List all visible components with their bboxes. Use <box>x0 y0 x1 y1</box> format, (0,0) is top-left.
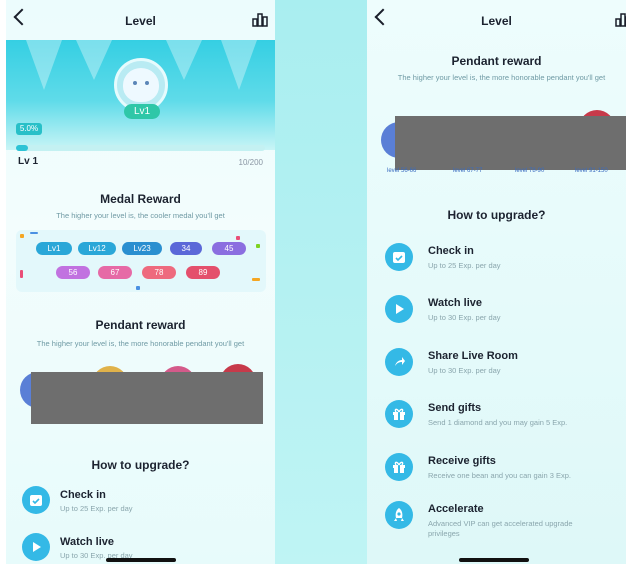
level-progress-fill <box>16 145 29 151</box>
medal-badge: 67 <box>98 266 132 279</box>
level-progress-bar <box>16 145 265 151</box>
progress-percent-badge: 5.0% <box>16 123 42 135</box>
upgrade-title: How to upgrade? <box>91 458 190 472</box>
upgrade-item-desc: Up to 30 Exp. per day <box>428 366 501 375</box>
medal-showcase: Lv1 Lv12 Lv23 34 45 56 67 78 89 <box>16 230 266 292</box>
pendant-list: level 56-66 level 67-77 level 78-90 leve… <box>367 108 626 178</box>
left-screen: Lv1 Level 5.0% Lv 1 10/200 Medal Reward … <box>6 0 275 564</box>
upgrade-item-desc: Up to 25 Exp. per day <box>60 504 133 513</box>
upgrade-item-title: Watch live <box>428 297 482 309</box>
exp-counter: 10/200 <box>238 158 263 167</box>
medal-reward-title: Medal Reward <box>100 192 181 206</box>
level-hero-banner: Lv1 <box>6 40 275 150</box>
medal-reward-subtitle: The higher your level is, the cooler med… <box>56 211 225 220</box>
screen-divider <box>275 0 367 564</box>
ranking-icon[interactable] <box>615 13 626 27</box>
upgrade-item-title: Check in <box>60 489 106 501</box>
pendant-caption: level 78-90 <box>515 168 545 174</box>
medal-badge: 34 <box>170 242 202 255</box>
medal-badge: 45 <box>212 242 246 255</box>
rocket-icon <box>385 501 413 529</box>
calendar-check-icon <box>22 486 50 514</box>
upgrade-item-desc: Up to 25 Exp. per day <box>428 261 501 270</box>
upgrade-item-accelerate[interactable]: Accelerate Advanced VIP can get accelera… <box>385 501 621 551</box>
play-icon <box>385 295 413 323</box>
page-title: Level <box>125 14 156 28</box>
pendant-list <box>6 364 275 424</box>
redacted-block <box>31 372 263 424</box>
pendant-caption: level 91-150 <box>575 168 608 174</box>
upgrade-item-check-in[interactable]: Check in Up to 25 Exp. per day <box>22 486 262 530</box>
top-bar: Level <box>367 0 626 40</box>
medal-badge: 89 <box>186 266 220 279</box>
medal-badge: 56 <box>56 266 90 279</box>
upgrade-title: How to upgrade? <box>447 208 546 222</box>
upgrade-item-title: Watch live <box>60 536 114 548</box>
ranking-icon[interactable] <box>252 13 268 27</box>
pendant-caption: level 67-77 <box>453 168 483 174</box>
redacted-block <box>395 116 626 170</box>
upgrade-item-desc: Receive one bean and you can gain 3 Exp. <box>428 471 572 480</box>
current-level-label: Lv 1 <box>18 156 39 167</box>
level-badge: Lv1 <box>124 104 160 119</box>
medal-badge: Lv1 <box>36 242 72 255</box>
pendant-reward-subtitle: The higher your level is, the more honor… <box>397 73 606 82</box>
gift-icon <box>385 400 413 428</box>
upgrade-item-receive-gifts[interactable]: Receive gifts Receive one bean and you c… <box>385 453 621 497</box>
pendant-reward-title: Pendant reward <box>451 54 542 68</box>
share-icon <box>385 348 413 376</box>
upgrade-item-watch-live[interactable]: Watch live Up to 30 Exp. per day <box>385 295 621 339</box>
home-indicator <box>459 558 529 562</box>
upgrade-item-title: Send gifts <box>428 402 482 414</box>
upgrade-item-check-in[interactable]: Check in Up to 25 Exp. per day <box>385 243 621 287</box>
upgrade-item-title: Receive gifts <box>428 455 496 467</box>
right-screen: Level Pendant reward The higher your lev… <box>367 0 626 564</box>
upgrade-item-title: Share Live Room <box>428 350 518 362</box>
pendant-caption: level 56-66 <box>387 168 417 174</box>
home-indicator <box>106 558 176 562</box>
pendant-reward-title: Pendant reward <box>95 318 186 332</box>
upgrade-item-title: Check in <box>428 245 474 257</box>
medal-badge: Lv12 <box>78 242 116 255</box>
pendant-reward-subtitle: The higher your level is, the more honor… <box>36 339 245 348</box>
medal-badge: Lv23 <box>122 242 162 255</box>
upgrade-item-send-gifts[interactable]: Send gifts Send 1 diamond and you may ga… <box>385 400 621 444</box>
upgrade-item-desc: Advanced VIP can get accelerated upgrade… <box>428 519 573 538</box>
upgrade-item-desc: Up to 30 Exp. per day <box>428 313 501 322</box>
calendar-check-icon <box>385 243 413 271</box>
medal-badge: 78 <box>142 266 176 279</box>
top-bar: Level <box>6 0 275 40</box>
upgrade-item-title: Accelerate <box>428 503 484 515</box>
play-icon <box>22 533 50 561</box>
avatar-face-icon <box>123 68 159 102</box>
gift-receive-icon <box>385 453 413 481</box>
page-title: Level <box>481 14 512 28</box>
upgrade-item-share-live-room[interactable]: Share Live Room Up to 30 Exp. per day <box>385 348 621 392</box>
upgrade-item-desc: Send 1 diamond and you may gain 5 Exp. <box>428 418 568 427</box>
